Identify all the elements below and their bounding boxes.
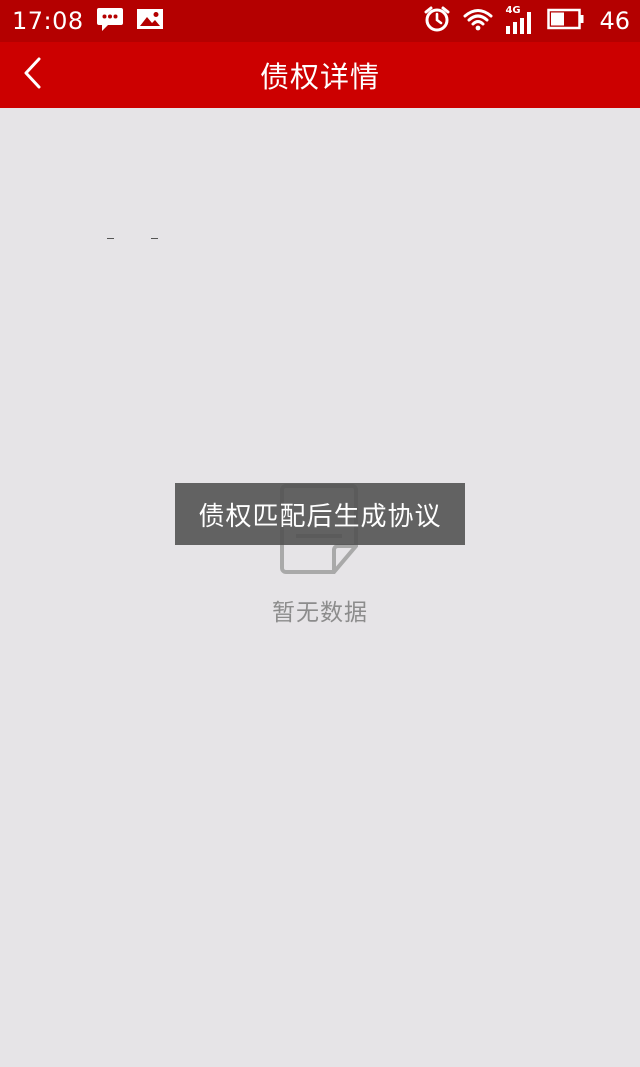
battery-percent: 46 <box>599 7 630 35</box>
wifi-icon <box>463 7 493 35</box>
divider <box>107 238 114 239</box>
network-type-label: 4G <box>505 5 521 16</box>
empty-state-text: 暂无数据 <box>272 600 368 626</box>
status-right: 4G 46 <box>423 5 630 37</box>
app-header: 债权详情 <box>0 42 640 108</box>
message-icon <box>96 6 124 36</box>
signal-icon: 4G <box>505 5 535 34</box>
app-screen: 17:08 4G 46 债权详情 暂无数据 债权匹配后生成协议 <box>0 0 640 1067</box>
status-left: 17:08 <box>12 6 164 36</box>
status-bar: 17:08 4G 46 <box>0 0 640 42</box>
divider <box>151 238 158 239</box>
page-title: 债权详情 <box>259 60 380 94</box>
image-icon <box>136 7 164 35</box>
alarm-icon <box>423 5 451 37</box>
toast-message: 债权匹配后生成协议 <box>175 483 465 545</box>
battery-icon <box>547 8 585 34</box>
status-time: 17:08 <box>12 7 84 35</box>
toast-text: 债权匹配后生成协议 <box>198 501 442 532</box>
